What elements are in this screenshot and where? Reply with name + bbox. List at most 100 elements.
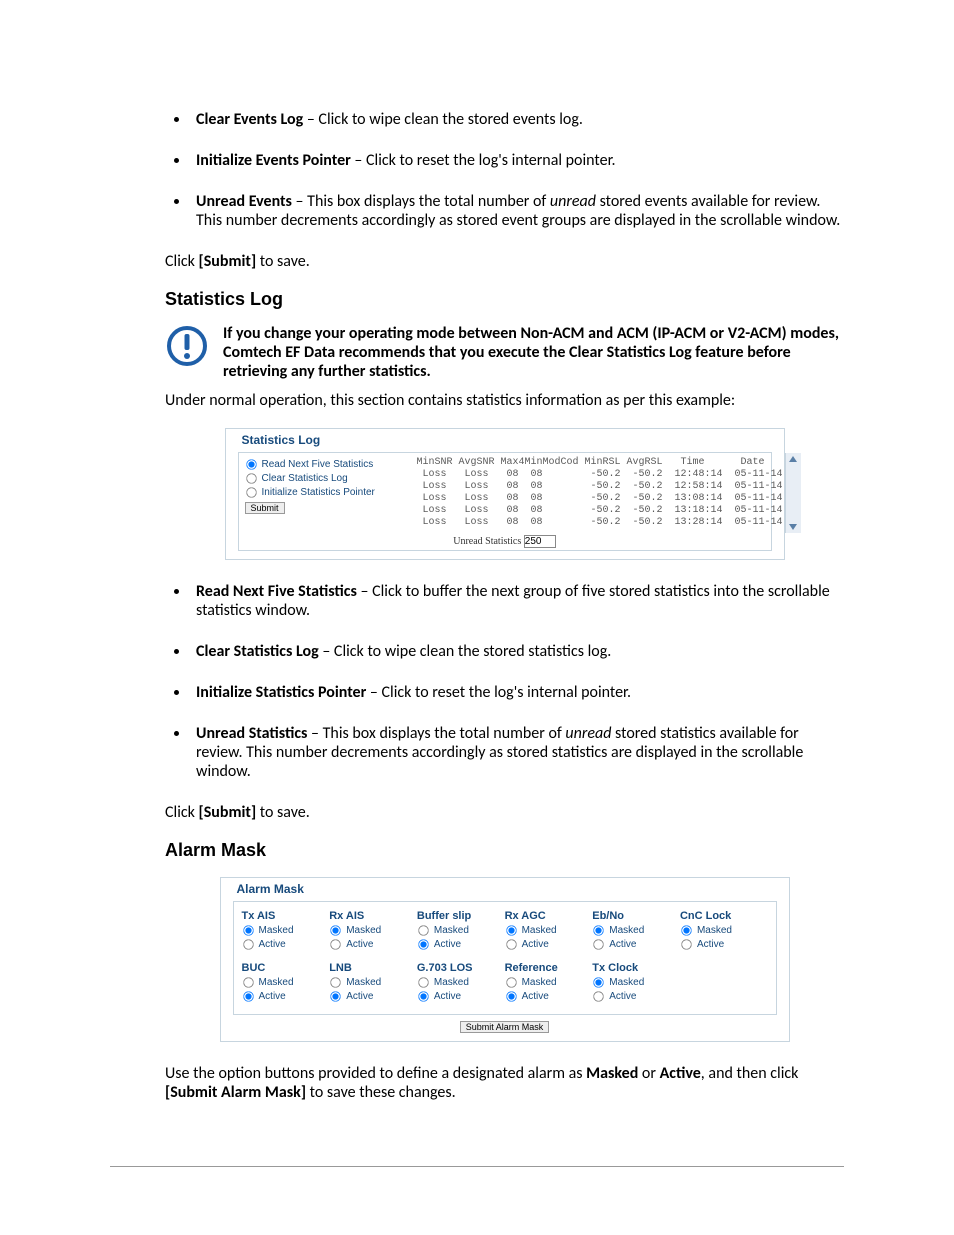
alarm-option-masked[interactable]: Masked (680, 924, 760, 937)
radio-init-stats-pointer[interactable]: Initialize Statistics Pointer (245, 486, 405, 499)
alarm-option-masked[interactable]: Masked (505, 976, 585, 989)
alarm-option-active[interactable]: Active (592, 990, 672, 1003)
label: Active (697, 939, 724, 950)
alarm-option-active[interactable]: Active (417, 990, 497, 1003)
term: Read Next Five Statistics (196, 582, 357, 601)
alarm-header: Reference (505, 962, 585, 974)
statistics-log-heading: Statistics Log (165, 289, 844, 310)
alarm-option-active[interactable]: Active (592, 938, 672, 951)
page-footer-rule (110, 1166, 844, 1167)
label: Masked (434, 977, 469, 988)
label: Active (609, 991, 636, 1002)
list-item: Unread Events – This box displays the to… (190, 192, 844, 230)
chevron-up-icon[interactable] (789, 456, 797, 462)
label: Masked (609, 925, 644, 936)
alarm-option-active[interactable]: Active (505, 990, 585, 1003)
label: Masked (434, 925, 469, 936)
statistics-log-screenshot: Statistics Log Read Next Five Statistics… (225, 428, 785, 560)
alarm-option-masked[interactable]: Masked (329, 924, 409, 937)
label: Active (346, 991, 373, 1002)
alarm-option-active[interactable]: Active (329, 990, 409, 1003)
warning-icon (165, 324, 209, 368)
label: Masked (259, 925, 294, 936)
label: Active (522, 939, 549, 950)
t: Click (165, 252, 199, 271)
alarm-col: Rx AIS MaskedActive (323, 908, 411, 960)
label: Masked (522, 977, 557, 988)
label: Masked (697, 925, 732, 936)
alarm-option-active[interactable]: Active (242, 938, 322, 951)
alarm-option-masked[interactable]: Masked (505, 924, 585, 937)
alarm-option-active[interactable]: Active (242, 990, 322, 1003)
t: to save these changes. (306, 1083, 456, 1102)
label: Unread Statistics (453, 536, 521, 547)
label: Masked (346, 977, 381, 988)
alarm-col: BUCMaskedActive (236, 960, 324, 1012)
scrollbar[interactable] (785, 453, 801, 533)
alarm-option-masked[interactable]: Masked (242, 924, 322, 937)
term: Unread Statistics (196, 724, 307, 743)
label: Active (259, 939, 286, 950)
alarm-col: Buffer slipMaskedActive (411, 908, 499, 960)
label: Active (434, 939, 461, 950)
stats-bullet-list: Read Next Five Statistics – Click to buf… (190, 582, 844, 781)
chevron-down-icon[interactable] (789, 524, 797, 530)
submit-hint: Click [Submit] to save. (165, 252, 844, 271)
alarm-option-masked[interactable]: Masked (592, 924, 672, 937)
alarm-option-active[interactable]: Active (417, 938, 497, 951)
label: Active (522, 991, 549, 1002)
submit-button[interactable]: Submit (245, 502, 285, 514)
alarm-col: Tx AISMaskedActive (236, 908, 324, 960)
alarm-option-active[interactable]: Active (329, 938, 409, 951)
alarm-col: Rx AGCMaskedActive (499, 908, 587, 960)
label: Masked (522, 925, 557, 936)
alarm-col: G.703 LOS Masked Active (411, 960, 499, 1012)
alarm-option-masked[interactable]: Masked (592, 976, 672, 989)
list-item: Clear Events Log – Click to wipe clean t… (190, 110, 844, 129)
alarm-option-masked[interactable]: Masked (417, 924, 497, 937)
alarm-col: LNB Masked Active (323, 960, 411, 1012)
alarm-col: CnC Lock Masked Active (674, 908, 762, 960)
alarm-option-active[interactable]: Active (680, 938, 760, 951)
alarm-mask-screenshot: Alarm Mask Tx AISMaskedActiveRx AISMaske… (220, 877, 790, 1042)
radio-clear-stats-log[interactable]: Clear Statistics Log (245, 472, 405, 485)
alarm-option-active[interactable]: Active (505, 938, 585, 951)
desc: – Click to wipe clean the stored statist… (319, 642, 612, 661)
radio-read-next-five[interactable]: Read Next Five Statistics (245, 458, 405, 471)
list-item: Initialize Events Pointer – Click to res… (190, 151, 844, 170)
panel-title: Alarm Mask (233, 882, 308, 896)
alarm-option-masked[interactable]: Masked (417, 976, 497, 989)
warning-notice: If you change your operating mode betwee… (165, 324, 844, 381)
alarm-col: Tx ClockMaskedActive (586, 960, 674, 1012)
t: [Submit] (199, 803, 257, 822)
alarm-header: G.703 LOS (417, 962, 497, 974)
alarm-header: Rx AIS (329, 910, 409, 922)
alarm-col: Eb/No Masked Active (586, 908, 674, 960)
label: Active (434, 991, 461, 1002)
alarm-header: LNB (329, 962, 409, 974)
alarm-option-masked[interactable]: Masked (242, 976, 322, 989)
label: Masked (609, 977, 644, 988)
t: or (638, 1064, 659, 1083)
list-item: Read Next Five Statistics – Click to buf… (190, 582, 844, 620)
t: [Submit Alarm Mask] (165, 1083, 306, 1102)
term: Clear Statistics Log (196, 642, 319, 661)
alarm-option-masked[interactable]: Masked (329, 976, 409, 989)
term: Clear Events Log (196, 110, 303, 129)
desc: – Click to reset the log's internal poin… (351, 151, 616, 170)
alarm-header: CnC Lock (680, 910, 760, 922)
alarm-mask-heading: Alarm Mask (165, 840, 844, 861)
term: Initialize Events Pointer (196, 151, 351, 170)
term: Initialize Statistics Pointer (196, 683, 366, 702)
label: Clear Statistics Log (262, 473, 348, 484)
label: Active (609, 939, 636, 950)
alarm-outro: Use the option buttons provided to defin… (165, 1064, 844, 1102)
unread-stats-input[interactable] (524, 535, 556, 548)
alarm-header: Eb/No (592, 910, 672, 922)
desc: – This box displays the total number of … (196, 192, 840, 230)
alarm-col: Reference Masked Active (499, 960, 587, 1012)
desc: – Click to reset the log's internal poin… (366, 683, 631, 702)
stat-radio-group: Read Next Five Statistics Clear Statisti… (239, 453, 411, 533)
list-item: Clear Statistics Log – Click to wipe cle… (190, 642, 844, 661)
submit-alarm-mask-button[interactable]: Submit Alarm Mask (460, 1021, 550, 1033)
